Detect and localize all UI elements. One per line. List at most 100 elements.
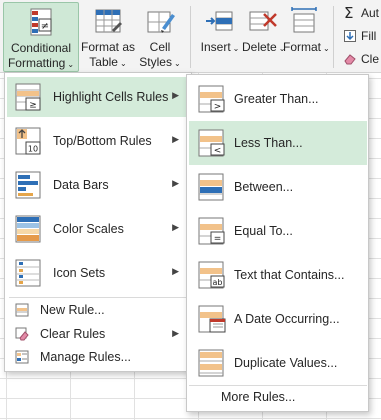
- menu-item-label: Color Scales: [53, 222, 124, 236]
- chevron-down-icon: ⌄: [173, 59, 181, 68]
- top-bottom-icon: 10: [15, 127, 41, 155]
- format-cells-icon: [291, 7, 317, 33]
- date-occurring-icon: [198, 305, 226, 333]
- submenu-item-date-occurring[interactable]: A Date Occurring...: [189, 297, 367, 341]
- svg-text:>: >: [214, 102, 222, 112]
- submenu-item-label: A Date Occurring...: [234, 312, 340, 326]
- format-as-table-label-1: Format as: [80, 40, 135, 54]
- format-label: Format: [283, 40, 322, 54]
- less-than-icon: <: [198, 129, 225, 157]
- menu-item-label: Manage Rules...: [40, 350, 132, 364]
- format-as-table-icon: [95, 9, 122, 33]
- menu-item-manage-rules[interactable]: Manage Rules...: [7, 346, 189, 368]
- clear-button[interactable]: Cle: [344, 50, 379, 68]
- menu-item-label: Clear Rules: [40, 327, 106, 341]
- format-as-table-label-2: Table: [89, 55, 118, 69]
- menu-item-new-rule[interactable]: New Rule...: [7, 299, 189, 321]
- greater-than-icon: >: [198, 85, 225, 113]
- clear-label: Cle: [361, 52, 380, 66]
- cell-styles-label-2: Styles: [139, 55, 172, 69]
- new-rule-icon: [15, 303, 29, 317]
- chevron-down-icon: ⌄: [323, 44, 330, 53]
- submenu-item-between[interactable]: Between...: [189, 165, 367, 209]
- submenu-item-label: Equal To...: [234, 224, 293, 238]
- duplicate-values-icon: [198, 349, 224, 377]
- delete-label: Delete: [242, 40, 277, 54]
- delete-button[interactable]: Delete ⌄: [242, 2, 285, 72]
- data-bars-icon: [15, 171, 41, 199]
- chevron-down-icon: ⌄: [232, 44, 240, 53]
- submenu-item-label: Greater Than...: [234, 92, 319, 106]
- format-button[interactable]: Format ⌄: [283, 2, 330, 72]
- submenu-item-label: Duplicate Values...: [234, 356, 338, 370]
- sigma-icon: Σ: [344, 4, 354, 22]
- conditional-formatting-label-1: Conditional: [10, 41, 72, 55]
- submenu-item-label: More Rules...: [221, 390, 296, 404]
- menu-item-label: Data Bars: [53, 178, 109, 192]
- ribbon: ≠ Conditional Formatting ⌄ Format as Tabl…: [0, 0, 381, 73]
- svg-text:≠: ≠: [41, 21, 49, 32]
- chevron-down-icon: ⌄: [119, 59, 127, 68]
- fill-down-icon: [344, 30, 356, 42]
- insert-label: Insert: [200, 40, 231, 54]
- svg-text:10: 10: [28, 145, 38, 154]
- delete-cells-icon: [249, 11, 277, 31]
- fill-button[interactable]: Fill: [344, 27, 376, 45]
- submenu-item-duplicate-values[interactable]: Duplicate Values...: [189, 341, 367, 385]
- autosum-label: Aut: [361, 6, 380, 20]
- svg-text:ab: ab: [213, 278, 223, 287]
- manage-rules-icon: [15, 350, 29, 364]
- menu-item-icon-sets[interactable]: Icon Sets ▶: [7, 253, 189, 293]
- menu-item-label: New Rule...: [40, 303, 105, 317]
- svg-text:<: <: [214, 146, 222, 156]
- autosum-button[interactable]: Σ Aut: [344, 4, 379, 22]
- conditional-formatting-button[interactable]: ≠ Conditional Formatting ⌄: [3, 2, 79, 72]
- insert-cells-icon: [206, 11, 233, 31]
- cell-styles-label-1: Cell: [149, 40, 171, 54]
- conditional-formatting-menu: ≥ Highlight Cells Rules ▶ 10 Top/Bottom …: [4, 72, 192, 372]
- submenu-arrow-icon: ▶: [172, 222, 179, 232]
- menu-item-label: Highlight Cells Rules: [53, 90, 169, 104]
- submenu-item-label: Between...: [234, 180, 294, 194]
- between-icon: [198, 173, 224, 201]
- color-scales-icon: [15, 215, 41, 243]
- highlight-cells-rules-submenu: > Greater Than... < Less Than... Between…: [186, 74, 369, 412]
- submenu-item-less-than[interactable]: < Less Than...: [189, 121, 367, 165]
- menu-item-highlight-cells-rules[interactable]: ≥ Highlight Cells Rules ▶: [7, 77, 189, 117]
- svg-text:=: =: [214, 234, 222, 244]
- submenu-divider: [189, 385, 367, 386]
- submenu-arrow-icon: ▶: [172, 90, 179, 100]
- submenu-item-equal-to[interactable]: = Equal To...: [189, 209, 367, 253]
- svg-text:≥: ≥: [29, 101, 37, 111]
- menu-item-top-bottom-rules[interactable]: 10 Top/Bottom Rules ▶: [7, 121, 189, 161]
- submenu-item-label: Text that Contains...: [234, 268, 345, 282]
- chevron-down-icon: ⌄: [67, 60, 75, 69]
- fill-label: Fill: [361, 29, 377, 43]
- submenu-arrow-icon: ▶: [172, 134, 179, 144]
- insert-button[interactable]: Insert ⌄: [198, 2, 242, 72]
- conditional-formatting-label-2: Formatting: [7, 56, 66, 70]
- submenu-arrow-icon: ▶: [172, 178, 179, 188]
- menu-item-label: Top/Bottom Rules: [53, 134, 152, 148]
- ribbon-divider: [333, 6, 334, 68]
- menu-item-color-scales[interactable]: Color Scales ▶: [7, 209, 189, 249]
- format-as-table-button[interactable]: Format as Table ⌄: [80, 2, 136, 72]
- ribbon-divider: [190, 6, 191, 68]
- submenu-item-greater-than[interactable]: > Greater Than...: [189, 77, 367, 121]
- submenu-item-text-contains[interactable]: ab Text that Contains...: [189, 253, 367, 297]
- menu-item-label: Icon Sets: [53, 266, 106, 280]
- eraser-icon: [344, 54, 356, 65]
- menu-item-data-bars[interactable]: Data Bars ▶: [7, 165, 189, 205]
- menu-divider: [9, 297, 189, 298]
- submenu-arrow-icon: ▶: [172, 328, 179, 338]
- text-contains-icon: ab: [198, 261, 225, 289]
- submenu-item-more-rules[interactable]: More Rules...: [189, 387, 367, 409]
- equal-to-icon: =: [198, 217, 225, 245]
- submenu-arrow-icon: ▶: [172, 266, 179, 276]
- menu-item-clear-rules[interactable]: Clear Rules ▶: [7, 323, 189, 345]
- conditional-formatting-icon: ≠: [30, 8, 52, 36]
- highlight-cells-icon: ≥: [15, 83, 41, 111]
- cell-styles-icon: [147, 11, 175, 33]
- submenu-item-label: Less Than...: [234, 136, 303, 150]
- cell-styles-button[interactable]: Cell Styles ⌄: [137, 2, 183, 72]
